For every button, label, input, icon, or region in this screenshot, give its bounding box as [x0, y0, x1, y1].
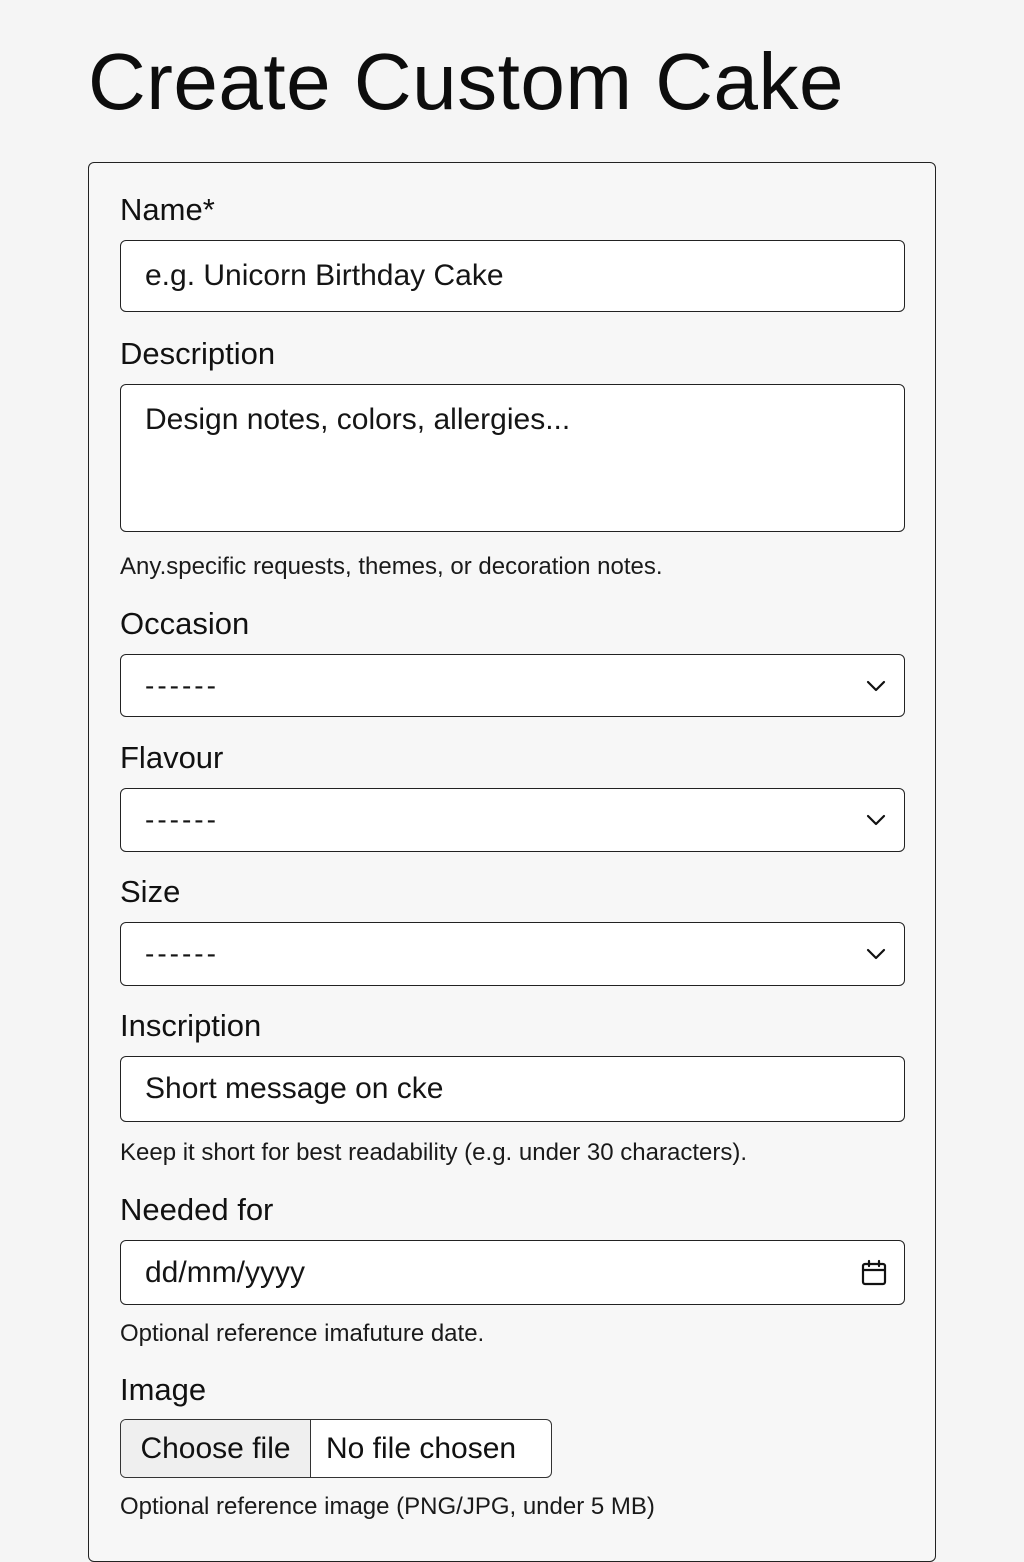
occasion-selected-value: ------	[145, 669, 219, 701]
description-textarea[interactable]: Design notes, colors, allergies...	[120, 384, 905, 532]
inscription-label: Inscription	[120, 1008, 262, 1043]
needed-for-label: Needed for	[120, 1192, 274, 1227]
flavour-select[interactable]: ------	[120, 788, 905, 852]
file-status-text: No file chosen	[326, 1431, 517, 1465]
name-input[interactable]: e.g. Unicorn Birthday Cake	[120, 240, 905, 312]
calendar-icon[interactable]	[860, 1259, 888, 1287]
flavour-selected-value: ------	[145, 804, 219, 835]
description-help-text: Any.specific requests, themes, or decora…	[120, 553, 663, 580]
needed-for-date-input[interactable]: dd/mm/yyyy	[120, 1240, 905, 1305]
image-label: Image	[120, 1372, 207, 1407]
choose-file-button[interactable]: Choose file	[121, 1420, 311, 1477]
chevron-down-icon	[866, 948, 886, 960]
chevron-down-icon	[866, 680, 886, 691]
image-file-input[interactable]: Choose file No file chosen	[120, 1419, 552, 1478]
name-label: Name*	[120, 192, 215, 227]
name-placeholder: e.g. Unicorn Birthday Cake	[145, 259, 504, 292]
occasion-label: Occasion	[120, 606, 250, 641]
needed-for-help-text: Optional reference imafuture date.	[120, 1320, 485, 1347]
chevron-down-icon	[866, 814, 886, 826]
description-placeholder: Design notes, colors, allergies...	[145, 403, 571, 436]
size-select[interactable]: ------	[120, 922, 905, 986]
custom-cake-form	[88, 162, 936, 1562]
occasion-select[interactable]: ------	[120, 654, 905, 717]
inscription-help-text: Keep it short for best readability (e.g.…	[120, 1139, 747, 1166]
image-help-text: Optional reference image (PNG/JPG, under…	[120, 1493, 655, 1520]
inscription-placeholder: Short message on cke	[145, 1072, 444, 1105]
description-label: Description	[120, 336, 276, 371]
needed-for-placeholder: dd/mm/yyyy	[145, 1255, 306, 1289]
inscription-input[interactable]: Short message on cke	[120, 1056, 905, 1122]
page-title: Create Custom Cake	[88, 37, 844, 126]
size-selected-value: ------	[145, 938, 219, 969]
flavour-label: Flavour	[120, 740, 224, 775]
size-label: Size	[120, 874, 181, 909]
